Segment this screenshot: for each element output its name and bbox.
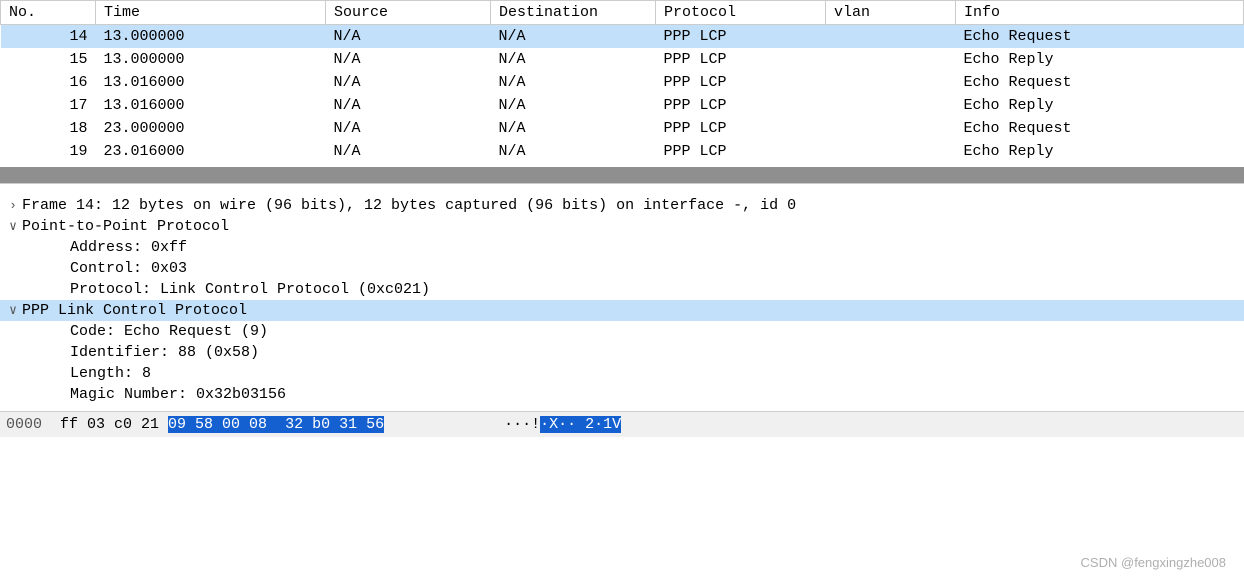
- cell-info: Echo Request: [956, 71, 1244, 94]
- cell-dest: N/A: [491, 25, 656, 49]
- cell-no: 18: [1, 117, 96, 140]
- col-header-destination[interactable]: Destination: [491, 1, 656, 25]
- cell-dest: N/A: [491, 94, 656, 117]
- chevron-down-icon[interactable]: ∨: [4, 303, 22, 318]
- col-header-protocol[interactable]: Protocol: [656, 1, 826, 25]
- col-header-no[interactable]: No.: [1, 1, 96, 25]
- tree-frame[interactable]: › Frame 14: 12 bytes on wire (96 bits), …: [0, 195, 1244, 216]
- chevron-right-icon[interactable]: ›: [4, 198, 22, 213]
- horizontal-scrollbar[interactable]: [0, 167, 1244, 183]
- hex-dump-pane[interactable]: 0000 ff 03 c0 21 09 58 00 08 32 b0 31 56…: [0, 411, 1244, 437]
- tree-ppp-protocol[interactable]: Protocol: Link Control Protocol (0xc021): [0, 279, 1244, 300]
- col-header-info[interactable]: Info: [956, 1, 1244, 25]
- table-header-row: No. Time Source Destination Protocol vla…: [1, 1, 1244, 25]
- cell-no: 16: [1, 71, 96, 94]
- cell-proto: PPP LCP: [656, 71, 826, 94]
- tree-lcp-magic[interactable]: Magic Number: 0x32b03156: [0, 384, 1244, 405]
- cell-info: Echo Request: [956, 117, 1244, 140]
- cell-dest: N/A: [491, 48, 656, 71]
- cell-vlan: [826, 25, 956, 49]
- cell-time: 13.000000: [96, 48, 326, 71]
- chevron-down-icon[interactable]: ∨: [4, 219, 22, 234]
- hex-bytes: ff 03 c0 21 09 58 00 08 32 b0 31 56: [60, 416, 384, 433]
- cell-time: 13.000000: [96, 25, 326, 49]
- hex-highlight: 09 58 00 08 32 b0 31 56: [168, 416, 384, 433]
- cell-source: N/A: [326, 48, 491, 71]
- cell-vlan: [826, 94, 956, 117]
- table-row[interactable]: 1413.000000N/AN/APPP LCPEcho Request: [1, 25, 1244, 49]
- cell-proto: PPP LCP: [656, 25, 826, 49]
- tree-lcp-identifier[interactable]: Identifier: 88 (0x58): [0, 342, 1244, 363]
- cell-source: N/A: [326, 117, 491, 140]
- tree-frame-text: Frame 14: 12 bytes on wire (96 bits), 12…: [22, 197, 796, 214]
- tree-lcp-text: PPP Link Control Protocol: [22, 302, 247, 319]
- table-row[interactable]: 1923.016000N/AN/APPP LCPEcho Reply: [1, 140, 1244, 163]
- tree-ppp-text: Point-to-Point Protocol: [22, 218, 229, 235]
- table-row[interactable]: 1713.016000N/AN/APPP LCPEcho Reply: [1, 94, 1244, 117]
- cell-no: 14: [1, 25, 96, 49]
- cell-source: N/A: [326, 25, 491, 49]
- tree-lcp[interactable]: ∨ PPP Link Control Protocol: [0, 300, 1244, 321]
- tree-lcp-length[interactable]: Length: 8: [0, 363, 1244, 384]
- watermark: CSDN @fengxingzhe008: [1081, 555, 1226, 570]
- cell-source: N/A: [326, 94, 491, 117]
- tree-ppp-control[interactable]: Control: 0x03: [0, 258, 1244, 279]
- col-header-vlan[interactable]: vlan: [826, 1, 956, 25]
- cell-dest: N/A: [491, 140, 656, 163]
- tree-ppp[interactable]: ∨ Point-to-Point Protocol: [0, 216, 1244, 237]
- cell-vlan: [826, 48, 956, 71]
- cell-vlan: [826, 117, 956, 140]
- cell-time: 23.016000: [96, 140, 326, 163]
- tree-ppp-address[interactable]: Address: 0xff: [0, 237, 1244, 258]
- cell-info: Echo Reply: [956, 48, 1244, 71]
- cell-source: N/A: [326, 71, 491, 94]
- cell-dest: N/A: [491, 71, 656, 94]
- cell-info: Echo Request: [956, 25, 1244, 49]
- cell-vlan: [826, 140, 956, 163]
- packet-list-table: No. Time Source Destination Protocol vla…: [0, 0, 1244, 163]
- hex-ascii: ···!·X·· 2·1V: [504, 416, 621, 433]
- cell-no: 15: [1, 48, 96, 71]
- hex-offset: 0000: [6, 416, 42, 433]
- cell-proto: PPP LCP: [656, 117, 826, 140]
- table-row[interactable]: 1823.000000N/AN/APPP LCPEcho Request: [1, 117, 1244, 140]
- col-header-source[interactable]: Source: [326, 1, 491, 25]
- tree-lcp-code[interactable]: Code: Echo Request (9): [0, 321, 1244, 342]
- cell-proto: PPP LCP: [656, 94, 826, 117]
- table-row[interactable]: 1613.016000N/AN/APPP LCPEcho Request: [1, 71, 1244, 94]
- cell-time: 13.016000: [96, 94, 326, 117]
- cell-info: Echo Reply: [956, 140, 1244, 163]
- cell-time: 23.000000: [96, 117, 326, 140]
- cell-dest: N/A: [491, 117, 656, 140]
- cell-no: 19: [1, 140, 96, 163]
- cell-no: 17: [1, 94, 96, 117]
- cell-info: Echo Reply: [956, 94, 1244, 117]
- col-header-time[interactable]: Time: [96, 1, 326, 25]
- cell-proto: PPP LCP: [656, 48, 826, 71]
- cell-proto: PPP LCP: [656, 140, 826, 163]
- cell-source: N/A: [326, 140, 491, 163]
- cell-time: 13.016000: [96, 71, 326, 94]
- table-row[interactable]: 1513.000000N/AN/APPP LCPEcho Reply: [1, 48, 1244, 71]
- cell-vlan: [826, 71, 956, 94]
- details-pane: › Frame 14: 12 bytes on wire (96 bits), …: [0, 189, 1244, 411]
